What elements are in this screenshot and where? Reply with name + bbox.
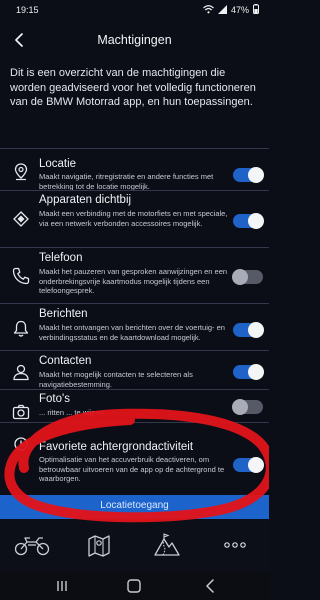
contact-icon: [10, 361, 32, 383]
nav-item-routes[interactable]: [147, 529, 187, 561]
permission-description: Optimalisatie van het accuverbruik deact…: [39, 455, 225, 484]
permission-description: Maakt navigatie, ritregistratie en ander…: [39, 172, 214, 191]
location-pin-icon: [10, 161, 32, 183]
photos-toggle[interactable]: [232, 399, 263, 415]
nav-item-more[interactable]: [215, 529, 255, 561]
chevron-left-icon: [15, 33, 23, 47]
permission-description: Maakt een verbinding met de motorfiets e…: [39, 209, 228, 228]
nearby-devices-toggle[interactable]: [233, 213, 264, 229]
back-arrow-icon: [206, 579, 214, 593]
intro-text: Dit is een overzicht van de machtigingen…: [10, 67, 256, 108]
status-bar: 19:15 47%: [0, 0, 269, 20]
phone-icon: [10, 265, 32, 287]
battery-icon: [253, 4, 259, 16]
nav-item-map[interactable]: [79, 529, 119, 561]
status-time: 19:15: [16, 5, 39, 15]
app-header: Machtigingen: [0, 24, 269, 56]
battery-percent: 47%: [230, 5, 249, 15]
background-activity-icon: [10, 433, 32, 455]
notifications-toggle[interactable]: [233, 322, 264, 338]
permission-title: Foto's: [39, 393, 70, 405]
nav-item-motorcycle[interactable]: [12, 529, 52, 561]
system-back-button[interactable]: [200, 577, 220, 595]
page-title: Machtigingen: [97, 33, 172, 47]
camera-icon: [10, 401, 32, 423]
recent-apps-button[interactable]: [52, 577, 72, 595]
nearby-devices-icon: [10, 208, 32, 230]
wifi-icon: [203, 4, 214, 16]
mountain-route-icon: [154, 533, 180, 556]
bell-icon: [10, 318, 32, 340]
permission-item-notifications: Berichten Maakt het ontvangen van berich…: [0, 303, 269, 350]
home-button[interactable]: [124, 577, 144, 595]
background-activity-toggle[interactable]: [233, 457, 264, 473]
permission-description: Maakt het pauzeren van gesproken aanwijz…: [39, 267, 228, 296]
phone-toggle[interactable]: [232, 269, 263, 285]
permission-title: Contacten: [39, 355, 92, 367]
permission-title: Apparaten dichtbij: [39, 194, 132, 206]
permission-title: Telefoon: [39, 252, 83, 264]
home-icon: [127, 579, 141, 593]
recent-apps-icon: [57, 581, 67, 591]
permission-item-phone: Telefoon Maakt het pauzeren van gesproke…: [0, 247, 269, 303]
motorcycle-icon: [14, 537, 50, 556]
permission-item-location: Locatie Maakt navigatie, ritregistratie …: [0, 148, 269, 191]
bottom-nav: [0, 519, 269, 571]
map-icon: [88, 535, 110, 557]
location-toggle[interactable]: [233, 167, 264, 183]
permission-item-nearby-devices: Apparaten dichtbij Maakt een verbinding …: [0, 190, 269, 247]
permission-description: ... ritten ... te wijzen.: [39, 408, 106, 417]
location-access-button[interactable]: Locatietoegang: [0, 495, 269, 519]
permission-item-photos: Foto's ... ritten ... te wijzen.: [0, 389, 269, 422]
back-button[interactable]: [8, 28, 30, 52]
permission-item-contacts: Contacten Maakt het mogelijk contacten t…: [0, 350, 269, 389]
permission-description: Maakt het mogelijk contacten te selecter…: [39, 370, 193, 389]
contacts-toggle[interactable]: [233, 364, 264, 380]
system-nav-bar: [0, 571, 269, 600]
permission-title: Locatie: [39, 158, 77, 170]
permission-item-background-activity: Favoriete achtergrondactiviteit Optimali…: [0, 422, 269, 495]
permission-title: Berichten: [39, 308, 88, 320]
permission-description: Maakt het ontvangen van berichten over d…: [39, 323, 225, 342]
permission-title: Favoriete achtergrondactiviteit: [39, 441, 194, 453]
signal-icon: [217, 4, 227, 16]
more-dots-icon: [224, 542, 246, 548]
